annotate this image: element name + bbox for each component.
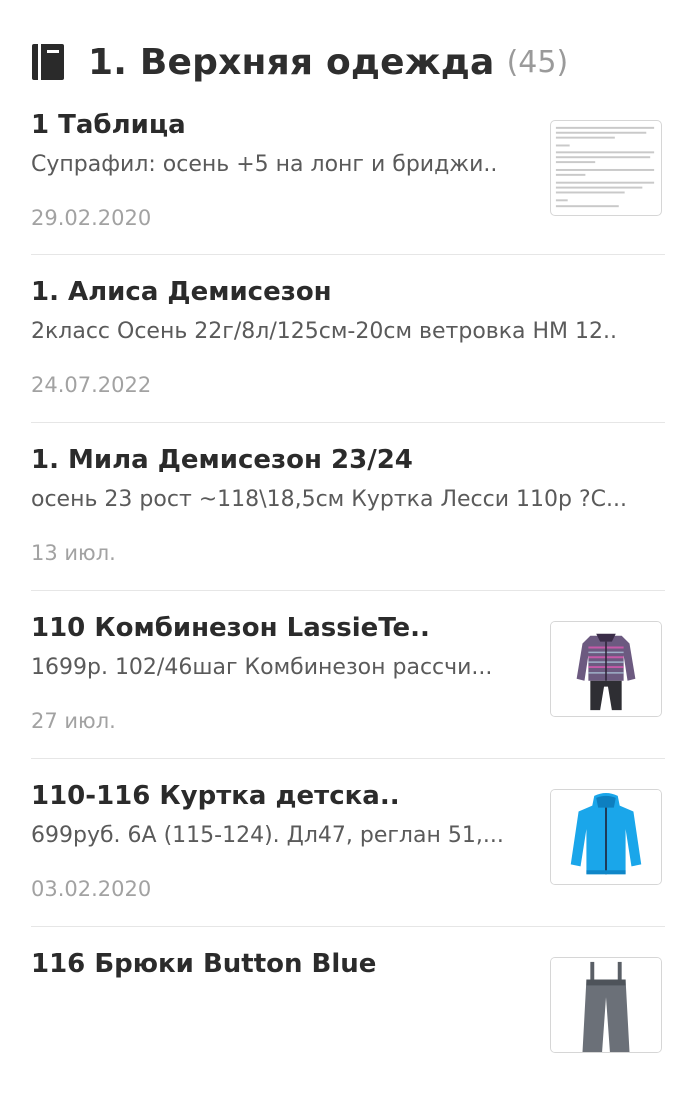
note-item[interactable]: 1. Мила Демисезон 23/24 осень 23 рост ~1…: [31, 423, 665, 591]
table-document-thumbnail: [550, 120, 662, 216]
note-title: 110 Комбинезон LassieTe..: [31, 613, 430, 643]
notebook-icon: [32, 44, 64, 80]
pants-photo: [550, 957, 662, 1053]
note-item[interactable]: 110-116 Куртка детска.. 699руб. 6А (115-…: [31, 759, 665, 927]
note-item[interactable]: 1 Таблица Супрафил: осень +5 на лонг и б…: [31, 88, 665, 255]
note-list: 1 Таблица Супрафил: осень +5 на лонг и б…: [0, 88, 697, 1095]
note-date: 27 июл.: [31, 709, 116, 733]
note-item[interactable]: 116 Брюки Button Blue: [31, 927, 665, 1095]
note-snippet: Супрафил: осень +5 на лонг и бриджи..: [31, 152, 498, 177]
notebook-note-count: (45): [506, 44, 569, 80]
note-item[interactable]: 1. Алиса Демисезон 2класс Осень 22г/8л/1…: [31, 255, 665, 423]
note-snippet: 699руб. 6А (115-124). Дл47, реглан 51,..…: [31, 823, 504, 848]
note-title: 110-116 Куртка детска..: [31, 781, 400, 811]
blue-jacket-photo: [550, 789, 662, 885]
note-snippet: 2класс Осень 22г/8л/125см-20см ветровка …: [31, 319, 618, 344]
note-date: 13 июл.: [31, 541, 116, 565]
note-date: 03.02.2020: [31, 877, 152, 901]
note-snippet: осень 23 рост ~118\18,5см Куртка Лесси 1…: [31, 487, 627, 512]
note-title: 1. Алиса Демисезон: [31, 277, 332, 307]
note-title: 1 Таблица: [31, 110, 186, 140]
notebook-title: 1. Верхняя одежда: [88, 41, 495, 83]
note-date: 24.07.2022: [31, 373, 152, 397]
snowsuit-photo: [550, 621, 662, 717]
note-snippet: 1699р. 102/46шаг Комбинезон рассчи...: [31, 655, 493, 680]
note-title: 1. Мила Демисезон 23/24: [31, 445, 413, 475]
note-item[interactable]: 110 Комбинезон LassieTe.. 1699р. 102/46ш…: [31, 591, 665, 759]
note-title: 116 Брюки Button Blue: [31, 949, 377, 979]
note-date: 29.02.2020: [31, 206, 152, 230]
notebook-header: 1. Верхняя одежда (45): [30, 36, 568, 88]
